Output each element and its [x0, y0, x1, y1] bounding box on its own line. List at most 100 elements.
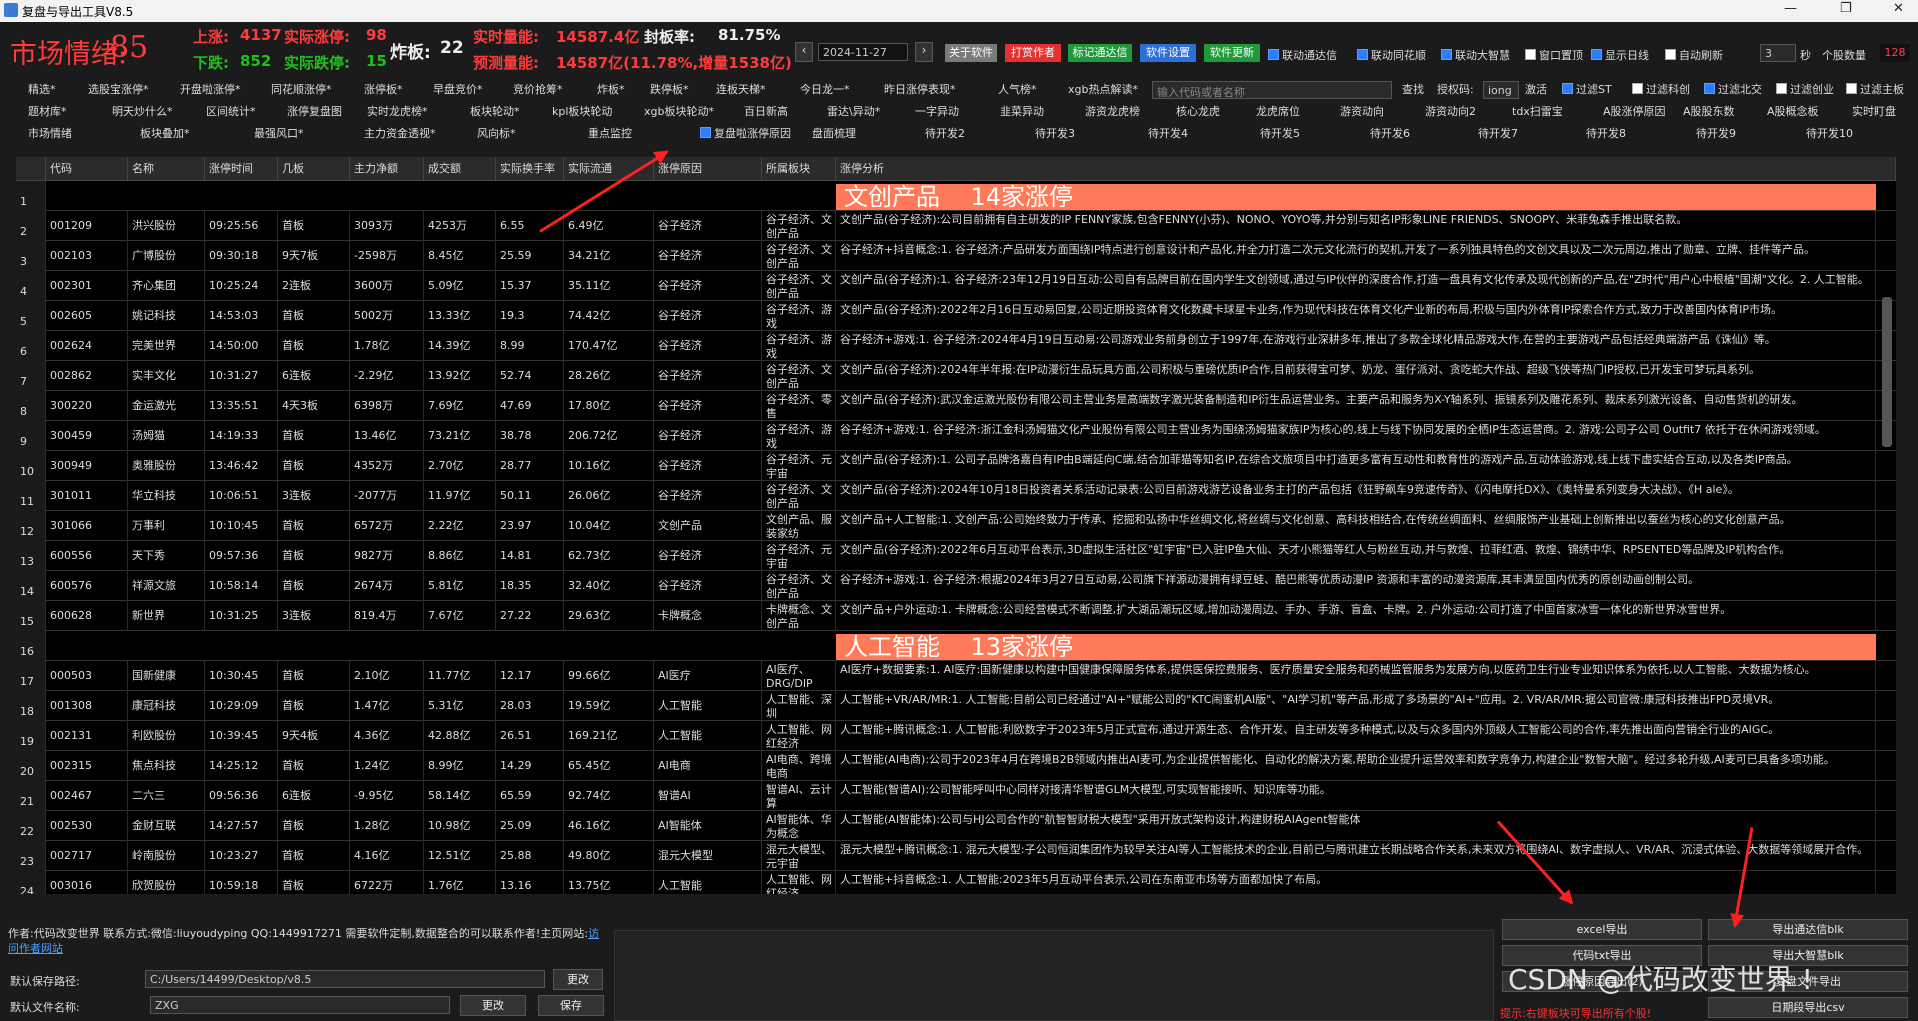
link-dzh-checkbox[interactable]: 联动大智慧 [1441, 47, 1510, 63]
toolbar3-item-2[interactable]: 最强风口* [254, 124, 304, 144]
link-tdx-checkbox[interactable]: 联动通达信 [1268, 47, 1337, 63]
next-day-button[interactable]: › [915, 42, 933, 62]
table-row[interactable]: 9 300459 汤姆猫 14:19:33 首板 13.46亿 73.21亿 38.78 206… [16, 421, 1896, 451]
donate-button[interactable]: 打赏作者 [1005, 44, 1061, 62]
toolbar-item-0[interactable]: 精选* [28, 80, 56, 100]
toolbar-item-9[interactable]: 连板天梯* [716, 80, 766, 100]
topmost-checkbox[interactable]: 窗口置顶 [1525, 47, 1583, 63]
table-row[interactable]: 8 300220 金运激光 13:35:51 4天3板 6398万 7.69亿 47.69 17… [16, 391, 1896, 421]
show-daily-checkbox[interactable]: 显示日线 [1591, 47, 1649, 63]
link-ths-checkbox[interactable]: 联动同花顺 [1357, 47, 1426, 63]
toolbar2-item-0[interactable]: 题材库* [28, 102, 67, 122]
table-row[interactable]: 11 301011 华立科技 10:06:51 3连板 -2077万 11.97亿 50.11… [16, 481, 1896, 511]
toolbar2-item-17[interactable]: tdx扫雷宝 [1512, 102, 1563, 122]
toolbar-item-10[interactable]: 今日龙一* [800, 80, 850, 100]
toolbar2-item-9[interactable]: 雷达\异动* [827, 102, 880, 122]
column-header-9[interactable]: 所属板块 [762, 157, 836, 181]
toolbar3-item-7[interactable]: 盘面梳理 [812, 124, 856, 144]
refresh-interval-input[interactable]: 3 [1760, 44, 1796, 62]
column-header-10[interactable]: 涨停分析 [836, 157, 1896, 181]
search-input[interactable]: 输入代码或者名称 [1152, 81, 1392, 99]
column-header-0[interactable]: 代码 [46, 157, 128, 181]
auto-refresh-checkbox[interactable]: 自动刷新 [1665, 47, 1723, 63]
table-row[interactable]: 4 002301 齐心集团 10:25:24 2连板 3600万 5.09亿 15.37 35.… [16, 271, 1896, 301]
toolbar2-item-13[interactable]: 核心龙虎 [1176, 102, 1220, 122]
toolbar2-item-16[interactable]: 游资动向2 [1425, 102, 1476, 122]
table-row[interactable]: 1 文创产品 14家涨停 [16, 181, 1896, 211]
minimize-icon[interactable]: — [1784, 1, 1797, 16]
save-button[interactable]: 保存 [538, 995, 604, 1016]
toolbar2-item-4[interactable]: 实时龙虎榜* [367, 102, 428, 122]
table-row[interactable]: 20 002315 焦点科技 14:25:12 首板 1.24亿 8.99亿 14.29 65.… [16, 751, 1896, 781]
toolbar3-item-4[interactable]: 风向标* [477, 124, 516, 144]
table-row[interactable]: 17 000503 国新健康 10:30:45 首板 2.10亿 11.77亿 12.17 99… [16, 661, 1896, 691]
search-button[interactable]: 查找 [1402, 80, 1424, 100]
table-row[interactable]: 3 002103 广博股份 09:30:18 9天7板 -2598万 8.45亿 25.59 3… [16, 241, 1896, 271]
column-header-1[interactable]: 名称 [128, 157, 205, 181]
toolbar2-item-1[interactable]: 明天炒什么* [112, 102, 173, 122]
table-scrollbar[interactable] [1882, 297, 1892, 447]
toolbar3-item-1[interactable]: 板块叠加* [140, 124, 190, 144]
toolbar2-item-15[interactable]: 游资动向 [1340, 102, 1384, 122]
close-icon[interactable]: ✕ [1893, 1, 1904, 16]
daily-csv-export-button[interactable]: 日期段导出csv [1708, 997, 1908, 1018]
toolbar3-item-3[interactable]: 主力资金透视* [364, 124, 436, 144]
toolbar-item-1[interactable]: 选股宝涨停* [88, 80, 149, 100]
toolbar3-item-6[interactable]: 复盘啦涨停原因 [700, 124, 791, 144]
toolbar2-item-14[interactable]: 龙虎席位 [1256, 102, 1300, 122]
toolbar2-item-2[interactable]: 区间统计* [206, 102, 256, 122]
column-header-4[interactable]: 主力净额 [350, 157, 424, 181]
toolbar-item-12[interactable]: 人气榜* [998, 80, 1037, 100]
change-name-button[interactable]: 更改 [460, 995, 526, 1016]
excel-export-button[interactable]: excel导出 [1502, 919, 1702, 940]
column-header-8[interactable]: 涨停原因 [654, 157, 762, 181]
toolbar-item-6[interactable]: 竞价抢筹* [513, 80, 563, 100]
toolbar2-item-12[interactable]: 游资龙虎榜 [1085, 102, 1140, 122]
change-path-button[interactable]: 更改 [553, 969, 603, 990]
column-header-6[interactable]: 实际换手率 [496, 157, 564, 181]
filter-checkbox-4[interactable]: 过滤主板 [1846, 80, 1904, 100]
filter-checkbox-1[interactable]: 过滤科创 [1632, 80, 1690, 100]
table-row[interactable]: 5 002605 姚记科技 14:53:03 首板 5002万 13.33亿 19.3 74.4… [16, 301, 1896, 331]
toolbar2-item-7[interactable]: xgb板块轮动* [644, 102, 714, 122]
toolbar2-item-5[interactable]: 板块轮动* [470, 102, 520, 122]
toolbar-item-2[interactable]: 开盘啦涨停* [180, 80, 241, 100]
toolbar2-item-20[interactable]: A股概念板 [1767, 102, 1819, 122]
toolbar3-item-15[interactable]: 待开发9 [1696, 124, 1736, 144]
filter-checkbox-3[interactable]: 过滤创业 [1776, 80, 1834, 100]
date-picker[interactable]: 2024-11-27 [818, 43, 908, 61]
table-row[interactable]: 6 002624 完美世界 14:50:00 首板 1.78亿 14.39亿 8.99 170.… [16, 331, 1896, 361]
toolbar2-item-6[interactable]: kpl板块轮动 [552, 102, 612, 122]
activate-button[interactable]: 激活 [1525, 80, 1547, 100]
toolbar3-item-0[interactable]: 市场情绪 [28, 124, 72, 144]
toolbar-item-4[interactable]: 涨停板* [364, 80, 403, 100]
table-row[interactable]: 19 002131 利欧股份 10:39:45 9天4板 4.36亿 42.88亿 26.51… [16, 721, 1896, 751]
toolbar-item-7[interactable]: 炸板* [597, 80, 625, 100]
column-header-5[interactable]: 成交额 [424, 157, 496, 181]
toolbar-item-11[interactable]: 昨日涨停表现* [884, 80, 956, 100]
toolbar3-item-11[interactable]: 待开发5 [1260, 124, 1300, 144]
toolbar2-item-18[interactable]: A股涨停原因 [1603, 102, 1666, 122]
table-row[interactable]: 21 002467 二六三 09:56:36 6连板 -9.95亿 58.14亿 65.59 9… [16, 781, 1896, 811]
save-path-input[interactable]: C:/Users/14499/Desktop/v8.5 [145, 970, 545, 988]
table-row[interactable]: 7 002862 实丰文化 10:31:27 6连板 -2.29亿 13.92亿 52.74 2… [16, 361, 1896, 391]
toolbar3-item-10[interactable]: 待开发4 [1148, 124, 1188, 144]
toolbar-item-5[interactable]: 早盘竞价* [433, 80, 483, 100]
maximize-icon[interactable]: ❐ [1840, 1, 1852, 16]
toolbar3-item-14[interactable]: 待开发8 [1586, 124, 1626, 144]
table-row[interactable]: 24 003016 欣贺股份 10:59:18 首板 6722万 1.76亿 13.16 13.… [16, 871, 1896, 894]
table-row[interactable]: 12 301066 万事利 10:10:45 首板 6572万 2.22亿 23.97 10.0… [16, 511, 1896, 541]
table-row[interactable]: 15 600628 新世界 10:31:25 3连板 819.4万 7.67亿 27.22 29… [16, 601, 1896, 631]
table-row[interactable]: 16 人工智能 13家涨停 [16, 631, 1896, 661]
toolbar2-item-10[interactable]: 一字异动 [915, 102, 959, 122]
toolbar2-item-11[interactable]: 韭菜异动 [1000, 102, 1044, 122]
mark-tdx-button[interactable]: 标记通达信 [1068, 44, 1132, 62]
toolbar3-item-12[interactable]: 待开发6 [1370, 124, 1410, 144]
log-area[interactable] [614, 930, 1494, 1021]
toolbar-item-8[interactable]: 跌停板* [650, 80, 689, 100]
toolbar3-item-13[interactable]: 待开发7 [1478, 124, 1518, 144]
toolbar3-item-16[interactable]: 待开发10 [1806, 124, 1853, 144]
toolbar2-item-3[interactable]: 涨停复盘图 [287, 102, 342, 122]
toolbar2-item-8[interactable]: 百日新高 [744, 102, 788, 122]
table-row[interactable]: 18 001308 康冠科技 10:29:09 首板 1.47亿 5.31亿 28.03 19.… [16, 691, 1896, 721]
